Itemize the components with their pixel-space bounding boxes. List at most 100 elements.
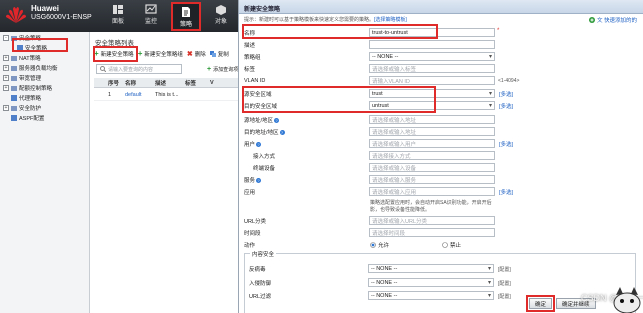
- cell-name[interactable]: default: [125, 92, 155, 98]
- folder-icon: [11, 66, 17, 71]
- url-filter-select[interactable]: -- NONE --: [368, 291, 494, 300]
- expand-icon[interactable]: +: [3, 65, 9, 71]
- screen: Huawei USG6000V1-ENSP 面板 监控 策略 对象 - 安全策略: [0, 0, 643, 313]
- ok-button[interactable]: 确定: [525, 295, 556, 312]
- search-placeholder: 请输入要查询的内容: [108, 66, 154, 73]
- user-input[interactable]: 请选择或输入用户: [369, 139, 495, 148]
- template-hint: 提示：新建时可以基于策略模板来快速定义您需要的策略。[选择策略模板]: [244, 16, 407, 23]
- dashboard-icon: [113, 5, 123, 14]
- nav-monitor[interactable]: 监控: [136, 2, 166, 31]
- ips-select[interactable]: -- NONE --: [368, 278, 494, 287]
- desc-input[interactable]: [369, 40, 495, 49]
- zone-highlight: [242, 86, 436, 113]
- expand-icon[interactable]: +: [3, 85, 9, 91]
- vlan-input[interactable]: 请输入VLAN ID: [369, 76, 495, 85]
- policy-leaf-icon: [11, 95, 17, 101]
- tree-item-label: 带宽管理: [19, 76, 42, 82]
- search-input[interactable]: 请输入要查询的内容: [96, 64, 182, 74]
- app-label: 应用: [244, 190, 256, 196]
- tree-item-slb[interactable]: + 服务器负载均衡: [3, 63, 58, 73]
- tree-item-bandwidth[interactable]: + 带宽管理: [3, 73, 41, 83]
- src-addr-label: 源地址/地区?: [244, 118, 280, 124]
- time-input[interactable]: 请选择时间段: [369, 228, 495, 237]
- table-row[interactable]: 1 default This is t...: [94, 90, 238, 101]
- tree-item-quota[interactable]: + 配额控制策略: [3, 83, 52, 93]
- dst-addr-label: 目的地址/地区?: [244, 130, 285, 136]
- col-header-desc[interactable]: 描述: [155, 79, 185, 87]
- quick-add-link[interactable]: 文 快速添加的的: [588, 16, 637, 24]
- tree-item-protection[interactable]: + 安全防护: [3, 103, 41, 113]
- permit-label: 允许: [378, 243, 390, 249]
- folder-icon: [11, 76, 17, 81]
- tree-item-proxy[interactable]: 代理策略: [11, 93, 41, 103]
- url-row: URL分类: [244, 216, 369, 226]
- vlan-range: <1-4094>: [498, 78, 520, 84]
- col-header-name[interactable]: 名称: [125, 79, 155, 87]
- src-zone-multi[interactable]: [多选]: [499, 90, 513, 98]
- expand-icon[interactable]: +: [3, 55, 9, 61]
- ips-config[interactable]: [配置]: [498, 280, 511, 287]
- collapse-icon[interactable]: -: [3, 35, 9, 41]
- content-security-legend: 内容安全: [250, 250, 277, 258]
- dialog-title: 新建安全策略: [239, 0, 643, 14]
- app-row: 应用: [244, 187, 369, 197]
- antivirus-select[interactable]: -- NONE --: [368, 264, 494, 273]
- dst-addr-input[interactable]: 请选择或输入地址: [369, 127, 495, 136]
- tree-item-label: ASPF配置: [19, 116, 45, 122]
- delete-button[interactable]: ✖ 删除: [187, 50, 206, 58]
- huawei-logo: [6, 7, 26, 23]
- help-icon[interactable]: ?: [256, 142, 262, 147]
- ips-label: 入侵防御: [249, 281, 272, 287]
- help-icon[interactable]: ?: [274, 118, 280, 123]
- access-input[interactable]: 请选择接入方式: [369, 151, 495, 160]
- tree-item-aspf[interactable]: ASPF配置: [11, 113, 44, 123]
- service-input[interactable]: 请选择或输入服务: [369, 175, 495, 184]
- delete-icon: ✖: [186, 51, 193, 58]
- url-filter-config[interactable]: [配置]: [498, 293, 511, 300]
- table-header: 序号 名称 描述 标签 V: [94, 78, 238, 88]
- service-row: 服务?: [244, 175, 369, 185]
- new-policy-group-button[interactable]: + 新建安全策略组: [138, 50, 183, 59]
- col-header-tag[interactable]: 标签: [185, 79, 210, 87]
- group-select[interactable]: -- NONE --: [369, 52, 495, 61]
- src-addr-input[interactable]: 请选择或输入地址: [369, 115, 495, 124]
- url-filter-label: URL过滤: [249, 294, 272, 300]
- tag-input[interactable]: 请选择或输入标签: [369, 64, 495, 73]
- tree-item-label: 代理策略: [19, 96, 42, 102]
- service-label: 服务?: [244, 178, 262, 184]
- permit-radio[interactable]: 允许: [370, 241, 389, 249]
- terminal-input[interactable]: 请选择或输入设备: [369, 163, 495, 172]
- copy-label: 复制: [217, 52, 229, 58]
- new-policy-highlight: [93, 46, 138, 62]
- dst-zone-multi[interactable]: [多选]: [499, 102, 513, 110]
- cell-seq: 1: [108, 92, 112, 98]
- col-header-vlan[interactable]: V: [210, 80, 234, 86]
- antivirus-config[interactable]: [配置]: [498, 266, 511, 273]
- expand-icon[interactable]: +: [3, 105, 9, 111]
- plus-icon: +: [207, 65, 212, 73]
- expand-icon[interactable]: +: [3, 75, 9, 81]
- app-input[interactable]: 请选择或输入应用: [369, 187, 495, 196]
- help-icon[interactable]: ?: [279, 130, 285, 135]
- required-mark: *: [497, 28, 500, 34]
- copy-icon: [209, 51, 216, 57]
- tag-label: 标签: [244, 67, 256, 73]
- new-policy-group-label: 新建安全策略组: [144, 52, 183, 58]
- url-input[interactable]: 请选择或输入URL分类: [369, 216, 495, 225]
- nav-policy-label: 策略: [179, 22, 192, 28]
- search-icon: [100, 66, 106, 72]
- col-header-seq[interactable]: 序号: [108, 79, 125, 87]
- deny-radio[interactable]: 禁止: [442, 241, 461, 249]
- url-filter-row: URL过滤: [249, 291, 374, 301]
- user-multi[interactable]: [多选]: [499, 140, 513, 148]
- tree-item-nat-policy[interactable]: + NAT策略: [3, 53, 41, 63]
- add-filter-button[interactable]: + 添加查询项: [207, 65, 238, 74]
- nav-object[interactable]: 对象: [206, 2, 236, 31]
- help-icon[interactable]: ?: [256, 178, 262, 183]
- copy-button[interactable]: 复制: [209, 50, 229, 58]
- nav-policy[interactable]: 策略: [171, 2, 201, 31]
- nav-dashboard[interactable]: 面板: [103, 2, 133, 31]
- app-multi[interactable]: [多选]: [499, 188, 513, 196]
- select-template-link[interactable]: [选择策略模板]: [374, 17, 407, 23]
- desc-label: 描述: [244, 43, 256, 49]
